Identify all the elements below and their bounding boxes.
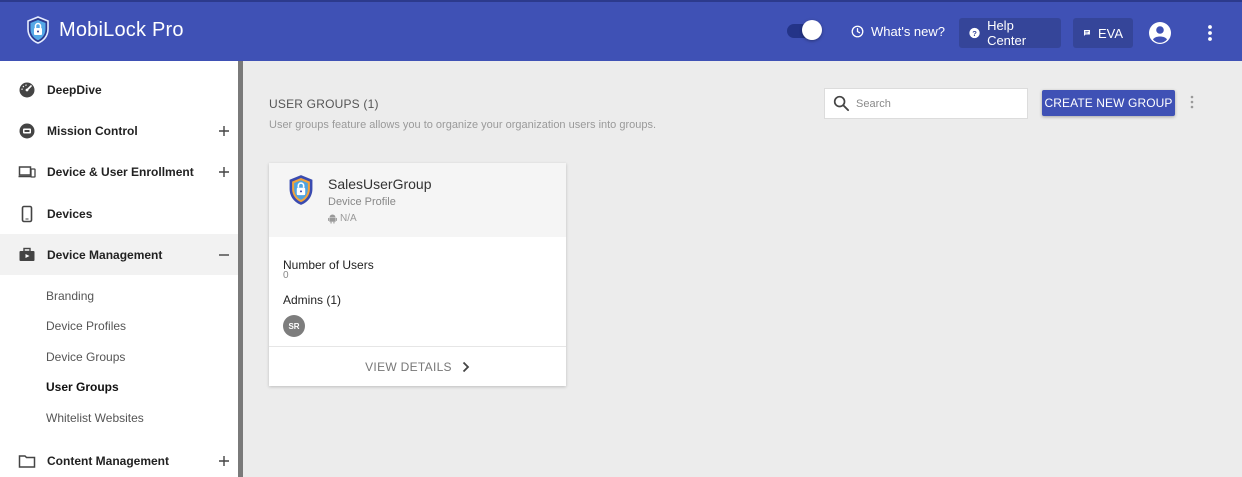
speedometer-icon xyxy=(19,82,35,97)
eva-label: EVA xyxy=(1097,25,1123,41)
group-name: SalesUserGroup xyxy=(328,176,432,192)
whats-new-link[interactable]: What's new? xyxy=(851,24,945,39)
app-title: MobiLock Pro xyxy=(59,18,184,41)
admin-avatar[interactable]: SR xyxy=(283,315,305,337)
number-of-users-value: 0 xyxy=(283,270,289,281)
plus-icon[interactable] xyxy=(217,124,231,138)
admins-label: Admins (1) xyxy=(283,293,342,307)
sidebar-item-device-management[interactable]: Device Management xyxy=(0,234,238,275)
chat-icon xyxy=(1083,30,1090,36)
devices-icon xyxy=(18,165,36,178)
user-group-card: SalesUserGroup Device Profile N/A Number… xyxy=(269,163,566,386)
sidebar-item-label: Devices xyxy=(47,206,93,221)
phone-icon xyxy=(21,205,33,222)
group-os-label: N/A xyxy=(340,213,357,224)
sidebar-item-label: DeepDive xyxy=(47,82,102,97)
plus-icon[interactable] xyxy=(217,165,231,179)
sidebar-subitem-whitelist-websites[interactable]: Whitelist Websites xyxy=(46,411,144,425)
sidebar-item-enrollment[interactable]: Device & User Enrollment xyxy=(0,151,238,192)
page-description: User groups feature allows you to organi… xyxy=(269,119,657,131)
plus-icon[interactable] xyxy=(217,454,231,468)
clock-icon xyxy=(851,25,864,38)
svg-text:?: ? xyxy=(972,29,977,38)
minus-icon[interactable] xyxy=(217,248,231,262)
view-details-label: VIEW DETAILS xyxy=(365,359,452,374)
group-profile-type: Device Profile xyxy=(328,196,396,208)
help-center-button[interactable]: ? Help Center xyxy=(959,18,1061,48)
shield-lock-icon xyxy=(289,175,313,205)
android-icon xyxy=(328,214,337,223)
sidebar-item-label: Device Management xyxy=(47,247,163,262)
sidebar-item-label: Mission Control xyxy=(47,123,138,138)
page-title: USER GROUPS (1) xyxy=(269,97,379,111)
more-vert-icon[interactable] xyxy=(1200,23,1220,43)
account-circle-icon[interactable] xyxy=(1148,21,1172,45)
view-details-button[interactable]: VIEW DETAILS xyxy=(269,347,566,386)
shield-lock-logo-icon xyxy=(27,16,49,44)
sidebar-item-label: Content Management xyxy=(47,453,170,468)
eva-button[interactable]: EVA xyxy=(1073,18,1133,48)
mission-control-icon xyxy=(19,123,35,138)
card-header: SalesUserGroup Device Profile N/A xyxy=(269,163,566,237)
more-vert-icon[interactable] xyxy=(1186,94,1198,110)
sidebar: DeepDive Mission Control Device & User E… xyxy=(0,61,238,477)
sidebar-subitem-branding[interactable]: Branding xyxy=(46,289,94,303)
search-input[interactable] xyxy=(856,95,1021,113)
theme-toggle[interactable] xyxy=(787,20,822,40)
group-os: N/A xyxy=(328,213,357,224)
folder-icon xyxy=(18,454,36,468)
scrollbar-thumb[interactable] xyxy=(238,61,243,477)
toggle-knob xyxy=(802,20,822,40)
create-new-group-button[interactable]: CREATE NEW GROUP xyxy=(1042,90,1175,116)
sidebar-item-deepdive[interactable]: DeepDive xyxy=(0,69,238,110)
chevron-right-icon xyxy=(462,361,470,372)
sidebar-item-content-management[interactable]: Content Management xyxy=(0,440,238,477)
sidebar-item-devices[interactable]: Devices xyxy=(0,193,238,234)
sidebar-scrollbar[interactable] xyxy=(238,61,243,477)
number-of-users-label: Number of Users xyxy=(283,258,374,272)
whats-new-label: What's new? xyxy=(871,24,946,39)
help-center-label: Help Center xyxy=(987,18,1027,48)
search-box[interactable] xyxy=(824,88,1028,119)
search-icon xyxy=(833,95,850,112)
sidebar-item-mission-control[interactable]: Mission Control xyxy=(0,110,238,151)
sidebar-subitem-device-groups[interactable]: Device Groups xyxy=(46,350,125,364)
brand[interactable]: MobiLock Pro xyxy=(26,16,184,44)
briefcase-icon xyxy=(19,247,35,261)
sidebar-subitem-user-groups[interactable]: User Groups xyxy=(46,380,119,394)
help-icon: ? xyxy=(969,27,980,39)
sidebar-subitem-device-profiles[interactable]: Device Profiles xyxy=(46,319,126,333)
sidebar-item-label: Device & User Enrollment xyxy=(47,164,194,179)
top-app-bar: MobiLock Pro What's new? ? Help Center E… xyxy=(0,0,1242,61)
